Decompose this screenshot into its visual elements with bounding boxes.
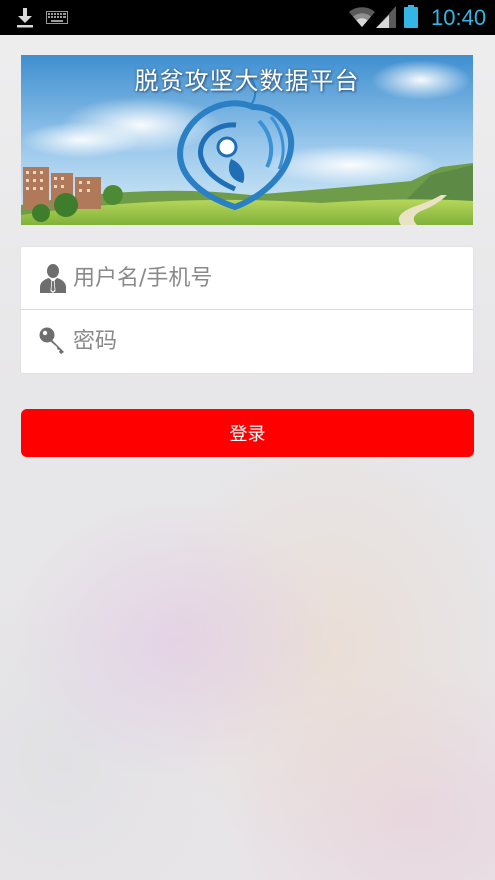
username-input[interactable]	[73, 257, 463, 299]
login-button[interactable]: 登录	[21, 409, 474, 457]
wifi-icon	[349, 7, 375, 27]
username-field	[21, 247, 473, 310]
status-bar: 10:40	[0, 0, 495, 35]
download-icon	[17, 8, 33, 28]
signal-icon	[376, 6, 396, 28]
banner-title: 脱贫攻坚大数据平台	[134, 67, 360, 95]
banner: 脱贫攻坚大数据平台	[21, 55, 473, 225]
key-icon	[39, 327, 64, 354]
password-field	[21, 310, 473, 372]
password-input[interactable]	[73, 320, 463, 362]
status-time: 10:40	[431, 5, 487, 30]
keyboard-icon	[46, 11, 68, 24]
user-icon	[40, 264, 66, 293]
login-form	[21, 247, 473, 373]
battery-icon	[404, 5, 418, 28]
